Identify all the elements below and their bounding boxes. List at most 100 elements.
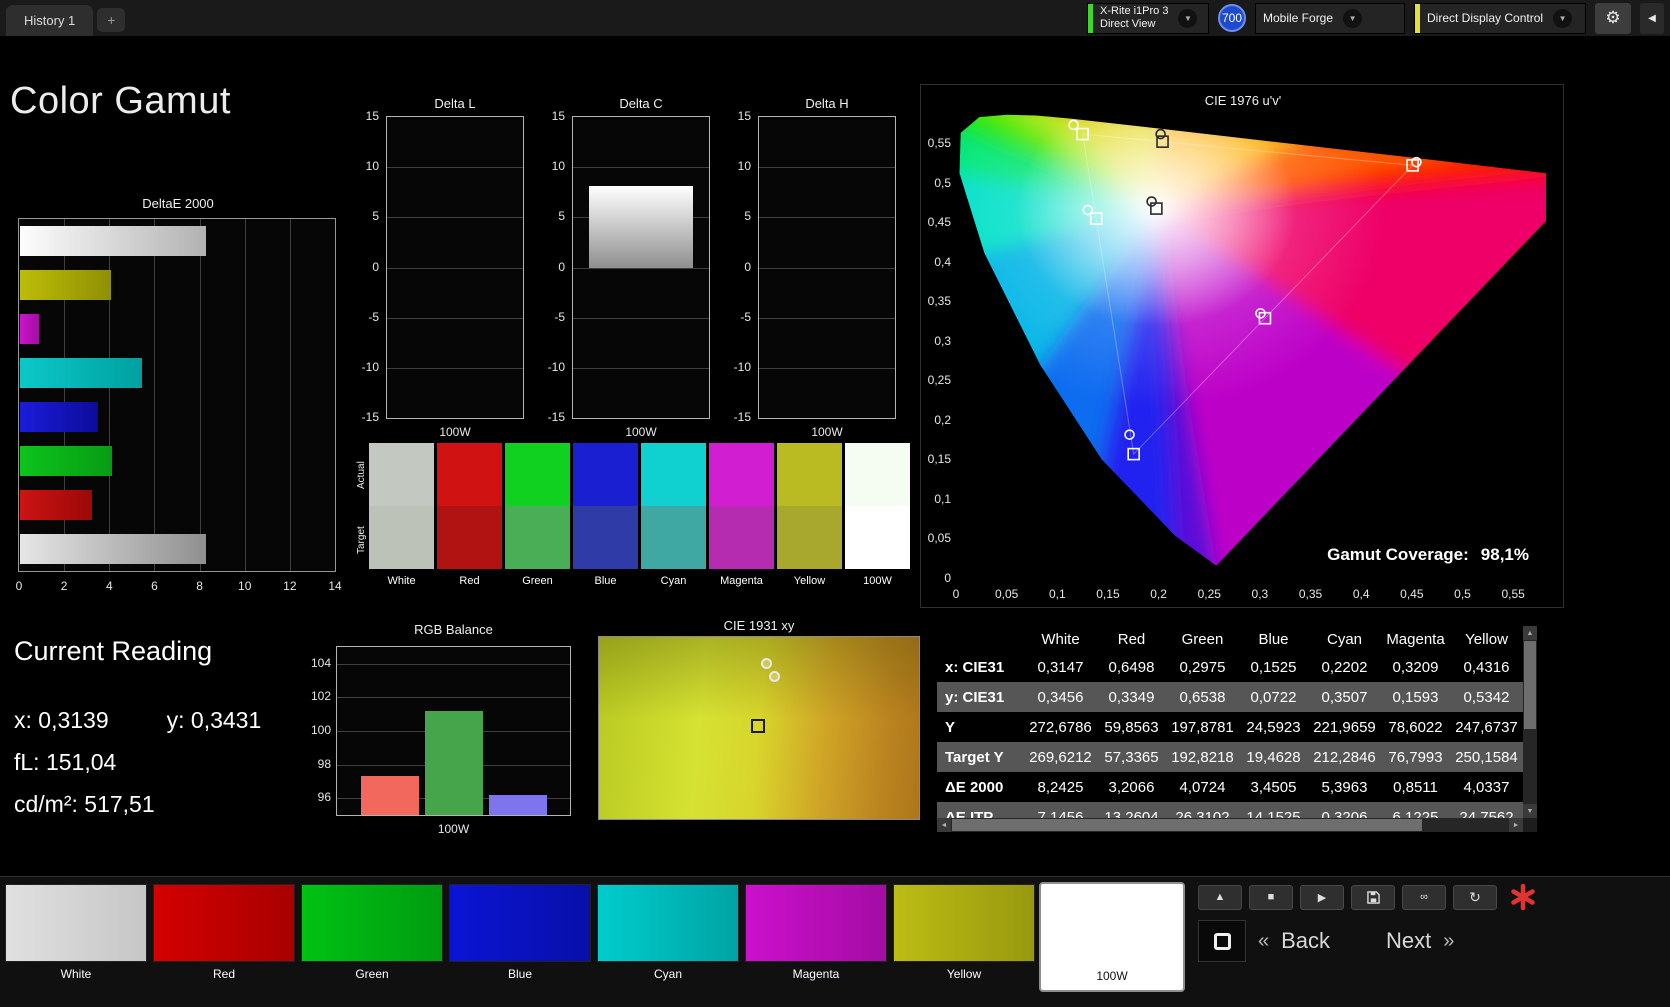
gridline	[199, 219, 201, 571]
cancel-button[interactable]	[1504, 881, 1542, 913]
table-cell: 0,3507	[1321, 688, 1368, 706]
patch-swatch	[745, 884, 887, 962]
swatch-label: 100W	[863, 575, 892, 587]
table-cell: 0,0722	[1250, 688, 1297, 706]
workflow-dropdown[interactable]: Mobile Forge ▼	[1255, 2, 1405, 34]
save-button[interactable]	[1351, 884, 1395, 910]
back-chevron-button[interactable]: «	[1256, 930, 1271, 953]
table-cell: 3,4505	[1250, 778, 1297, 796]
patch-button-blue[interactable]: Blue	[447, 882, 593, 992]
column-header-red: Red	[1117, 630, 1146, 648]
delta-charts: Delta L 15 10 5 0 -5 -10 -15 100W Delta C 15 10 5 0 -5…	[352, 96, 896, 446]
patch-swatch	[1043, 886, 1181, 964]
delta-plot: 15 10 5 0 -5 -10 -15	[362, 109, 524, 424]
row-label: y: CIE31	[945, 688, 1005, 706]
table-cell: 4,0724	[1179, 778, 1226, 796]
axis-tick-label: -10	[733, 359, 751, 374]
next-button[interactable]: Next	[1386, 928, 1431, 954]
navigation-row: « Back Next »	[1198, 920, 1542, 962]
add-tab-button[interactable]: +	[97, 8, 126, 32]
table-cell: 14,1525	[1246, 808, 1301, 819]
actual-swatch	[437, 443, 502, 506]
table-row: Y 272,6786 59,8563 197,8781 24,5923 221,9659 7…	[937, 712, 1523, 742]
play-icon: ▶	[1317, 891, 1327, 904]
tab-history-1[interactable]: History 1	[6, 5, 94, 36]
plus-icon: +	[107, 12, 116, 28]
patch-button-red[interactable]: Red	[151, 882, 297, 992]
transport-controls: ▲ ■ ▶ ∞ ↻ « Back Next »	[1198, 881, 1542, 962]
scroll-down-button[interactable]: ▼	[1523, 804, 1537, 818]
collapse-panel-button[interactable]: ◀	[1640, 2, 1664, 34]
axis-tick-label: 0,15	[927, 452, 951, 467]
next-chevron-button[interactable]: »	[1441, 930, 1456, 953]
axis-tick-label: 0,45	[1400, 587, 1424, 601]
scroll-right-button[interactable]: ►	[1509, 818, 1523, 832]
axis-tick-label: 12	[283, 579, 297, 593]
axis-tick-label: 0,2	[934, 412, 951, 427]
comparator-column-red: Red	[437, 443, 502, 595]
scroll-up-button[interactable]: ▲	[1523, 626, 1537, 640]
scrollbar-thumb[interactable]	[952, 819, 1422, 831]
patch-button-100w[interactable]: 100W	[1039, 882, 1185, 992]
target-swatch	[437, 506, 502, 569]
table-cell: 197,8781	[1171, 718, 1234, 736]
gridline	[337, 697, 570, 699]
patch-button-yellow[interactable]: Yellow	[891, 882, 1037, 992]
table-area: White Red Green Blue Cyan Magenta Yellow x: CIE…	[937, 626, 1523, 818]
swatch-label: Green	[522, 575, 553, 587]
scrollbar-thumb[interactable]	[1524, 641, 1536, 729]
patch-window-button[interactable]	[1198, 920, 1246, 962]
gridline	[289, 219, 291, 571]
axis-tick-label: -10	[361, 359, 379, 374]
table-cell: 0,6538	[1179, 688, 1226, 706]
chart-title: Delta H	[805, 96, 849, 111]
patch-button-magenta[interactable]: Magenta	[743, 882, 889, 992]
table-row: Target Y 269,6212 57,3365 192,8218 19,4628 21…	[937, 742, 1523, 772]
patch-label: White	[60, 967, 92, 981]
stop-button[interactable]: ■	[1249, 884, 1293, 910]
patch-button-cyan[interactable]: Cyan	[595, 882, 741, 992]
gridline	[759, 267, 895, 269]
delta-bar	[589, 186, 693, 268]
horizontal-scrollbar[interactable]: ◄ ►	[937, 818, 1523, 832]
table-cell: 0,3456	[1037, 688, 1084, 706]
square-icon	[1213, 932, 1231, 950]
actual-swatch	[573, 443, 638, 506]
deltae-bar-magenta	[20, 314, 40, 344]
axis-tick-label: 10	[737, 159, 751, 174]
table-cell: 0,3147	[1037, 658, 1084, 676]
deltae-bar-white	[20, 226, 206, 256]
display-control-dropdown[interactable]: Direct Display Control ▼	[1414, 2, 1586, 34]
axis-tick-label: 102	[310, 689, 331, 704]
chart-title: RGB Balance	[414, 622, 493, 637]
meter-dropdown[interactable]: X-Rite i1Pro 3 Direct View ▼	[1087, 2, 1209, 34]
x-reading: x: 0,3139	[14, 707, 109, 733]
scroll-left-button[interactable]: ◄	[937, 818, 951, 832]
table-row: x: CIE31 0,3147 0,6498 0,2975 0,1525 0,2202 0,…	[937, 652, 1523, 682]
table-cell: 212,2846	[1313, 748, 1376, 766]
refresh-button[interactable]: ↻	[1453, 884, 1497, 910]
play-button[interactable]: ▶	[1300, 884, 1344, 910]
pattern-up-button[interactable]: ▲	[1198, 884, 1242, 910]
patch-button-white[interactable]: White	[3, 882, 149, 992]
patch-swatch	[597, 884, 739, 962]
gridline	[573, 367, 709, 369]
rgb-bar-green	[424, 710, 483, 815]
gridline	[759, 367, 895, 369]
actual-swatch	[777, 443, 842, 506]
settings-gear-button[interactable]: ⚙	[1595, 2, 1631, 34]
table-row: ΔE 2000 8,2425 3,2066 4,0724 3,4505 5,3963 0,8…	[937, 772, 1523, 802]
target-swatch	[641, 506, 706, 569]
gridline	[573, 167, 709, 169]
target-count-badge[interactable]: 700	[1218, 4, 1246, 32]
current-reading: Current Reading x: 0,3139 y: 0,3431 fL: …	[14, 636, 314, 818]
top-toolbar: History 1 + X-Rite i1Pro 3 Direct View ▼…	[0, 0, 1670, 36]
continuous-measure-button[interactable]: ∞	[1402, 884, 1446, 910]
deltae-bar-cyan	[20, 358, 142, 388]
delta-chart-delta-h: Delta H 15 10 5 0 -5 -10 -15 100W	[724, 96, 896, 446]
gridline	[244, 219, 246, 571]
axis-tick-label: 0,3	[934, 333, 951, 348]
back-button[interactable]: Back	[1281, 928, 1330, 954]
vertical-scrollbar[interactable]: ▲ ▼	[1523, 626, 1537, 818]
patch-button-green[interactable]: Green	[299, 882, 445, 992]
